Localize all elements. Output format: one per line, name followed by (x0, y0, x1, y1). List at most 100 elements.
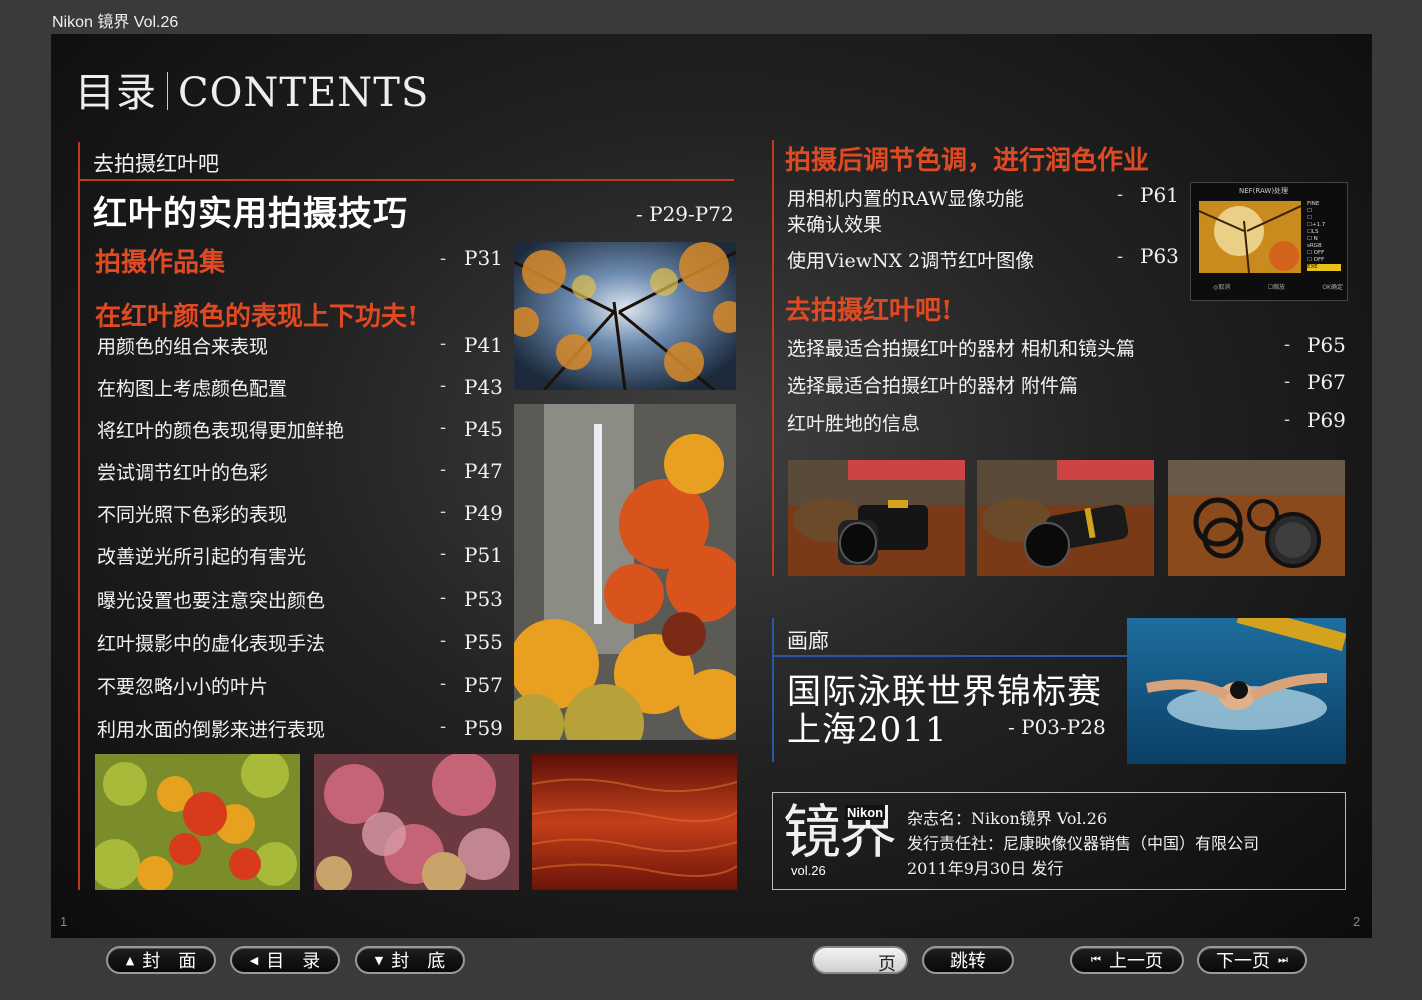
page-number-input[interactable] (822, 950, 876, 972)
go-item-camera-page[interactable]: P65 (1307, 333, 1346, 357)
photo-telephoto-lens (977, 460, 1154, 576)
toc-item-page[interactable]: P45 (464, 417, 503, 441)
logo-volume: vol.26 (791, 863, 826, 878)
photo-filters-rings (1168, 460, 1345, 576)
photo-waterfall-autumn (514, 404, 736, 740)
toc-item-page[interactable]: P57 (464, 673, 503, 697)
lcd-menu-item: ☐ (1307, 215, 1312, 221)
contents-title-cn: 目录 (75, 70, 157, 116)
dash: - (440, 543, 447, 564)
photo-camera-with-lens (788, 460, 965, 576)
dash: - (440, 333, 447, 354)
toc-button-label: 目 录 (266, 951, 321, 972)
dash: - (440, 459, 447, 480)
go-item-camera-label[interactable]: 选择最适合拍摄红叶的器材 相机和镜头篇 (787, 334, 1135, 361)
toc-item-label[interactable]: 尝试调节红叶的色彩 (97, 458, 268, 485)
triangle-up-icon: ▲ (125, 953, 135, 967)
toc-item-page[interactable]: P55 (464, 630, 503, 654)
title-divider (167, 72, 168, 110)
toc-item-label[interactable]: 改善逆光所引起的有害光 (97, 542, 306, 569)
dash: - (440, 248, 447, 269)
dash: - (440, 501, 447, 522)
toc-item-page[interactable]: P51 (464, 543, 503, 567)
toc-item-label[interactable]: 曝光设置也要注意突出颜色 (97, 586, 325, 613)
post-item-raw-label[interactable]: 用相机内置的RAW显像功能 (787, 184, 1024, 211)
photo-red-water-reflection (532, 754, 737, 890)
left-section-label: 去拍摄红叶吧 (93, 152, 219, 176)
photo-tree-canopy (514, 242, 736, 390)
go-item-spots-label[interactable]: 红叶胜地的信息 (787, 409, 920, 436)
toc-item-label[interactable]: 红叶摄影中的虚化表现手法 (97, 629, 325, 656)
lcd-menu-item: ☐ OFF (1307, 250, 1325, 256)
page-number-left: 1 (60, 914, 68, 929)
dash: - (440, 630, 447, 651)
gallery-heading[interactable]: 拍摄作品集 (95, 242, 225, 279)
toc-item-page[interactable]: P47 (464, 459, 503, 483)
toc-item-page[interactable]: P53 (464, 587, 503, 611)
gallery-rule-vertical (772, 618, 774, 762)
lcd-menu-item: ☐LS (1307, 229, 1319, 235)
left-rule-vertical (78, 142, 80, 890)
imprint-date: 2011年9月30日 发行 (907, 859, 1064, 878)
toc-item-label[interactable]: 利用水面的倒影来进行表现 (97, 715, 325, 742)
lcd-title: NEF(RAW)处理 (1239, 187, 1289, 195)
back-cover-button[interactable]: ▼ 封 底 (355, 946, 465, 974)
post-item-viewnx-label[interactable]: 使用ViewNX 2调节红叶图像 (787, 246, 1034, 273)
toc-item-label[interactable]: 将红叶的颜色表现得更加鲜艳 (97, 416, 344, 443)
dash: - (440, 716, 447, 737)
dash: - (440, 587, 447, 608)
toc-item-label[interactable]: 在构图上考虑颜色配置 (97, 374, 287, 401)
post-item-raw-label-line2[interactable]: 来确认效果 (787, 210, 882, 237)
go-item-spots-page[interactable]: P69 (1307, 408, 1346, 432)
main-feature-pages[interactable]: - P29-P72 (636, 202, 734, 226)
triangle-down-icon: ▼ (374, 953, 384, 967)
gallery-title-line2[interactable]: 上海2011 (787, 702, 948, 751)
go-item-accessory-label[interactable]: 选择最适合拍摄红叶的器材 附件篇 (787, 371, 1078, 398)
imprint-magazine-name: 杂志名：Nikon镜界 Vol.26 (907, 809, 1108, 828)
dash: - (440, 673, 447, 694)
lcd-menu-item: sRGB (1307, 243, 1322, 249)
photo-maple-leaves-green (95, 754, 300, 890)
jump-button[interactable]: 跳转 (922, 946, 1014, 974)
prev-page-button[interactable]: ⏮ 上一页 (1070, 946, 1184, 974)
toc-item-page[interactable]: P59 (464, 716, 503, 740)
next-page-label: 下一页 (1216, 951, 1271, 972)
photo-swimmer-butterfly (1127, 618, 1346, 764)
lcd-menu: FINE ☐ ☐ ☐+1.7 ☐LS ☐ NsRGB ☐ OFF ☐ OFF EXE (1307, 201, 1341, 271)
contents-title-en: CONTENTS (178, 70, 430, 116)
go-shoot-heading: 去拍摄红叶吧! (785, 296, 953, 326)
gallery-rule-horizontal (772, 655, 1128, 657)
page-number-field[interactable]: 页 (812, 946, 908, 975)
dash: - (1117, 184, 1124, 205)
gallery-pages[interactable]: - P03-P28 (1008, 715, 1106, 739)
toc-item-label[interactable]: 不同光照下色彩的表现 (97, 500, 287, 527)
photo-camera-lcd-menu: NEF(RAW)处理 FINE ☐ ☐ ☐+1.7 ☐LS ☐ NsRGB ☐ OFF ☐ O… (1190, 182, 1348, 301)
post-item-raw-page[interactable]: P61 (1140, 183, 1179, 207)
lcd-menu-item: ☐ N (1307, 236, 1318, 242)
go-item-accessory-page[interactable]: P67 (1307, 370, 1346, 394)
lcd-menu-item: FINE (1307, 201, 1320, 207)
skip-back-icon: ⏮ (1091, 953, 1101, 966)
toc-item-label[interactable]: 用颜色的组合来表现 (97, 332, 268, 359)
right-rule-vertical (772, 140, 774, 576)
contents-header: 目录 CONTENTS (75, 60, 429, 118)
lcd-menu-item: ☐ (1307, 208, 1312, 214)
dash: - (1117, 246, 1124, 267)
triangle-left-icon: ◀ (249, 953, 259, 967)
dash: - (1284, 371, 1291, 392)
cover-button[interactable]: ▲ 封 面 (106, 946, 216, 974)
lcd-cancel: ◎取消 (1213, 284, 1231, 291)
left-rule-horizontal (78, 179, 734, 181)
toc-button[interactable]: ◀ 目 录 (230, 946, 340, 974)
toc-item-page[interactable]: P43 (464, 375, 503, 399)
gallery-page[interactable]: P31 (464, 246, 503, 270)
lcd-ok: OK确定 (1322, 284, 1343, 291)
toc-item-page[interactable]: P41 (464, 333, 503, 357)
main-feature-title[interactable]: 红叶的实用拍摄技巧 (93, 186, 408, 235)
toc-item-page[interactable]: P49 (464, 501, 503, 525)
post-item-viewnx-page[interactable]: P63 (1140, 244, 1179, 268)
toc-item-label[interactable]: 不要忽略小小的叶片 (97, 672, 268, 699)
magazine-spread: 目录 CONTENTS 去拍摄红叶吧 红叶的实用拍摄技巧 - P29-P72 拍摄… (51, 34, 1372, 938)
page-suffix-label: 页 (878, 954, 896, 975)
next-page-button[interactable]: 下一页 ⏭ (1197, 946, 1307, 974)
